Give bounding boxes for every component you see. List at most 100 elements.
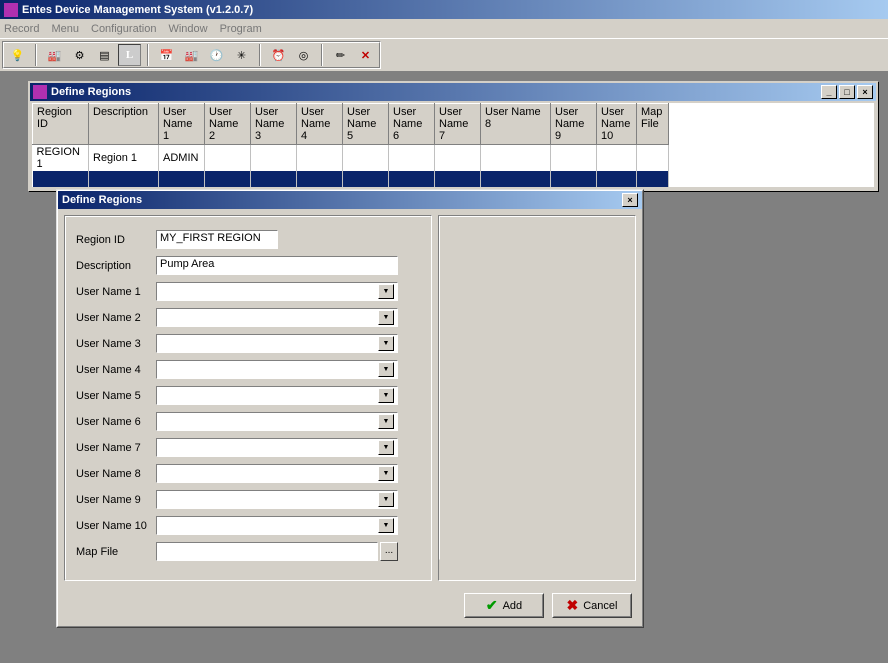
col-u6[interactable]: User Name 6: [389, 104, 435, 145]
col-u2[interactable]: User Name 2: [205, 104, 251, 145]
window-icon: [33, 85, 47, 99]
tool-alarm-icon[interactable]: ⏰: [267, 44, 290, 66]
dropdown-arrow-icon[interactable]: ▼: [378, 440, 394, 455]
col-u9[interactable]: User Name 9: [551, 104, 597, 145]
table-row-selected[interactable]: [33, 171, 669, 187]
label-u6: User Name 6: [76, 416, 156, 428]
menu-configuration[interactable]: Configuration: [91, 23, 156, 35]
label-u1: User Name 1: [76, 286, 156, 298]
dropdown-arrow-icon[interactable]: ▼: [378, 492, 394, 507]
col-region-id[interactable]: Region ID: [33, 104, 89, 145]
dropdown-arrow-icon[interactable]: ▼: [378, 414, 394, 429]
toolbar-separator: [147, 44, 149, 66]
col-u1[interactable]: User Name 1: [159, 104, 205, 145]
col-u10[interactable]: User Name 10: [597, 104, 637, 145]
dropdown-arrow-icon[interactable]: ▼: [378, 310, 394, 325]
dropdown-arrow-icon[interactable]: ▼: [378, 362, 394, 377]
col-description[interactable]: Description: [89, 104, 159, 145]
close-button[interactable]: ×: [857, 85, 873, 99]
dropdown-arrow-icon[interactable]: ▼: [378, 388, 394, 403]
user5-combo[interactable]: [160, 388, 378, 403]
col-u8[interactable]: User Name 8: [481, 104, 551, 145]
toolbar-separator: [321, 44, 323, 66]
dropdown-arrow-icon[interactable]: ▼: [378, 466, 394, 481]
cancel-button[interactable]: ✖Cancel: [552, 593, 632, 618]
tool-list-icon[interactable]: ▤: [93, 44, 116, 66]
preview-panel: [438, 215, 636, 581]
menubar: Record Menu Configuration Window Program: [0, 19, 888, 39]
label-description: Description: [76, 260, 156, 272]
menu-record[interactable]: Record: [4, 23, 39, 35]
menu-program[interactable]: Program: [220, 23, 262, 35]
col-u5[interactable]: User Name 5: [343, 104, 389, 145]
x-icon: ✖: [567, 597, 579, 614]
tool-gear2-icon[interactable]: ✳: [230, 44, 253, 66]
add-button[interactable]: ✔Add: [464, 593, 544, 618]
user2-combo[interactable]: [160, 310, 378, 325]
dialog-title: Define Regions: [62, 194, 142, 206]
label-u4: User Name 4: [76, 364, 156, 376]
col-u4[interactable]: User Name 4: [297, 104, 343, 145]
cell-u1: ADMIN: [159, 145, 205, 172]
maximize-button[interactable]: □: [839, 85, 855, 99]
label-u3: User Name 3: [76, 338, 156, 350]
app-title: Entes Device Management System (v1.2.0.7…: [22, 4, 253, 16]
col-u3[interactable]: User Name 3: [251, 104, 297, 145]
user6-combo[interactable]: [160, 414, 378, 429]
user1-combo[interactable]: [160, 284, 378, 299]
label-u7: User Name 7: [76, 442, 156, 454]
label-region-id: Region ID: [76, 234, 156, 246]
tool-delete-icon[interactable]: ✕: [354, 44, 377, 66]
user8-combo[interactable]: [160, 466, 378, 481]
toolbar-separator: [259, 44, 261, 66]
label-u2: User Name 2: [76, 312, 156, 324]
tool-wand-icon[interactable]: ✏: [329, 44, 352, 66]
dialog-titlebar: Define Regions ×: [58, 191, 642, 209]
toolbar: 💡 🏭 ⚙ ▤ L 📅 🏭 🕐 ✳ ⏰ ◎ ✏ ✕: [3, 42, 380, 68]
dropdown-arrow-icon[interactable]: ▼: [378, 336, 394, 351]
mdi-area: Define Regions _ □ × Region ID Descripti…: [0, 71, 888, 663]
user4-combo[interactable]: [160, 362, 378, 377]
app-titlebar: Entes Device Management System (v1.2.0.7…: [0, 0, 888, 19]
label-u5: User Name 5: [76, 390, 156, 402]
cell-description: Region 1: [89, 145, 159, 172]
user10-combo[interactable]: [160, 518, 378, 533]
child-titlebar: Define Regions _ □ ×: [30, 83, 876, 101]
define-regions-window: Define Regions _ □ × Region ID Descripti…: [28, 81, 878, 191]
user9-combo[interactable]: [160, 492, 378, 507]
minimize-button[interactable]: _: [821, 85, 837, 99]
menu-window[interactable]: Window: [168, 23, 207, 35]
table-row[interactable]: REGION 1 Region 1 ADMIN: [33, 145, 669, 172]
app-icon: [4, 3, 18, 17]
label-u10: User Name 10: [76, 520, 156, 532]
user7-combo[interactable]: [160, 440, 378, 455]
tool-industry-icon[interactable]: 🏭: [180, 44, 203, 66]
browse-button[interactable]: ...: [380, 542, 398, 561]
tool-gear-icon[interactable]: ⚙: [68, 44, 91, 66]
description-input[interactable]: [160, 258, 394, 270]
col-u7[interactable]: User Name 7: [435, 104, 481, 145]
tool-factory-icon[interactable]: 🏭: [43, 44, 66, 66]
mapfile-input[interactable]: [160, 544, 374, 556]
dialog-close-button[interactable]: ×: [622, 193, 638, 207]
dropdown-arrow-icon[interactable]: ▼: [378, 284, 394, 299]
regions-table: Region ID Description User Name 1 User N…: [32, 103, 874, 187]
region-id-input[interactable]: [160, 232, 274, 244]
col-mapfile[interactable]: Map File: [637, 104, 669, 145]
dialog-button-row: ✔Add ✖Cancel: [58, 587, 642, 626]
tool-clock-icon[interactable]: 🕐: [205, 44, 228, 66]
check-icon: ✔: [486, 597, 498, 614]
cell-region-id: REGION 1: [33, 145, 89, 172]
tool-l-icon[interactable]: L: [118, 44, 141, 66]
menu-menu[interactable]: Menu: [51, 23, 79, 35]
form-panel: Region ID Description User Name 1 ▼: [65, 216, 431, 580]
toolbar-separator: [35, 44, 37, 66]
tool-bulb-icon[interactable]: 💡: [6, 44, 29, 66]
label-mapfile: Map File: [76, 546, 156, 558]
tool-calendar-icon[interactable]: 📅: [155, 44, 178, 66]
tool-target-icon[interactable]: ◎: [292, 44, 315, 66]
label-u9: User Name 9: [76, 494, 156, 506]
label-u8: User Name 8: [76, 468, 156, 480]
dropdown-arrow-icon[interactable]: ▼: [378, 518, 394, 533]
user3-combo[interactable]: [160, 336, 378, 351]
